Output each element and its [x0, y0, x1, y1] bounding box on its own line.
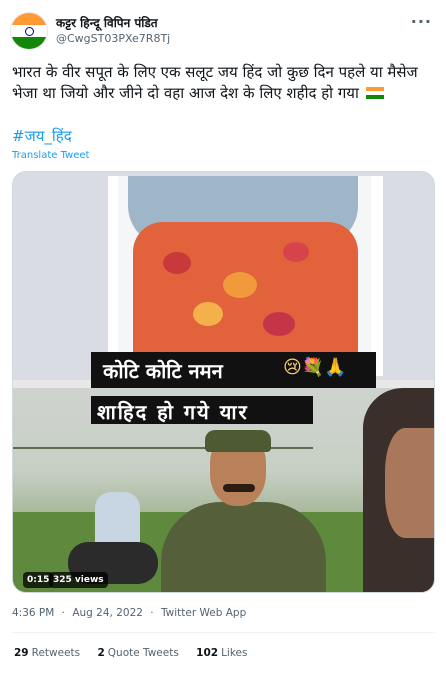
translate-tweet-link[interactable]: Translate Tweet [12, 150, 89, 161]
ashoka-chakra-icon [24, 26, 34, 36]
likes-count: 102 [196, 647, 219, 659]
author-handle[interactable]: @CwgST03PXe7R8Tj [56, 32, 170, 45]
avatar[interactable] [10, 12, 48, 50]
divider [12, 632, 435, 633]
author-display-name[interactable]: कट्टर हिन्दू विपिन पंडित [56, 14, 158, 31]
video-caption-bottom: शाहिद हो गये यार [97, 400, 249, 424]
tweet-date[interactable]: Aug 24, 2022 [72, 607, 143, 619]
tweet-text-content: भारत के वीर सपूत के लिए एक सलूट जय हिंद … [12, 63, 418, 102]
retweets-label: Retweets [31, 647, 81, 659]
ellipsis-icon[interactable]: ··· [411, 12, 432, 31]
tweet-header: कट्टर हिन्दू विपिन पंडित @CwgST03PXe7R8T… [10, 12, 436, 52]
meta-separator: · [61, 607, 65, 619]
quotes-label: Quote Tweets [107, 647, 179, 659]
likes-stat[interactable]: 102 Likes [196, 647, 247, 659]
tweet-meta: 4:36 PM · Aug 24, 2022 · Twitter Web App [12, 607, 250, 619]
tweet-text: भारत के वीर सपूत के लिए एक सलूट जय हिंद … [12, 62, 436, 104]
tweet-stats: 29 Retweets 2 Quote Tweets 102 Likes [14, 647, 261, 659]
soldier [161, 502, 326, 592]
video-views-badge: 325 views [49, 572, 108, 588]
hashtag-link[interactable]: #जय_हिंद [12, 126, 72, 146]
video-player[interactable]: कोटि कोटि नमन 😢💐🙏 शाहिद हो गये यार 0:15 … [12, 171, 435, 593]
meta-separator: · [150, 607, 154, 619]
retweets-stat[interactable]: 29 Retweets [14, 647, 80, 659]
tweet-time[interactable]: 4:36 PM [12, 607, 54, 619]
tweet-source[interactable]: Twitter Web App [161, 607, 246, 619]
likes-label: Likes [221, 647, 248, 659]
india-flag-icon [365, 87, 384, 99]
quotes-stat[interactable]: 2 Quote Tweets [97, 647, 178, 659]
quotes-count: 2 [97, 647, 105, 659]
caption-emojis: 😢💐🙏 [283, 357, 347, 378]
retweets-count: 29 [14, 647, 29, 659]
video-caption-top: कोटि कोटि नमन [103, 359, 223, 383]
